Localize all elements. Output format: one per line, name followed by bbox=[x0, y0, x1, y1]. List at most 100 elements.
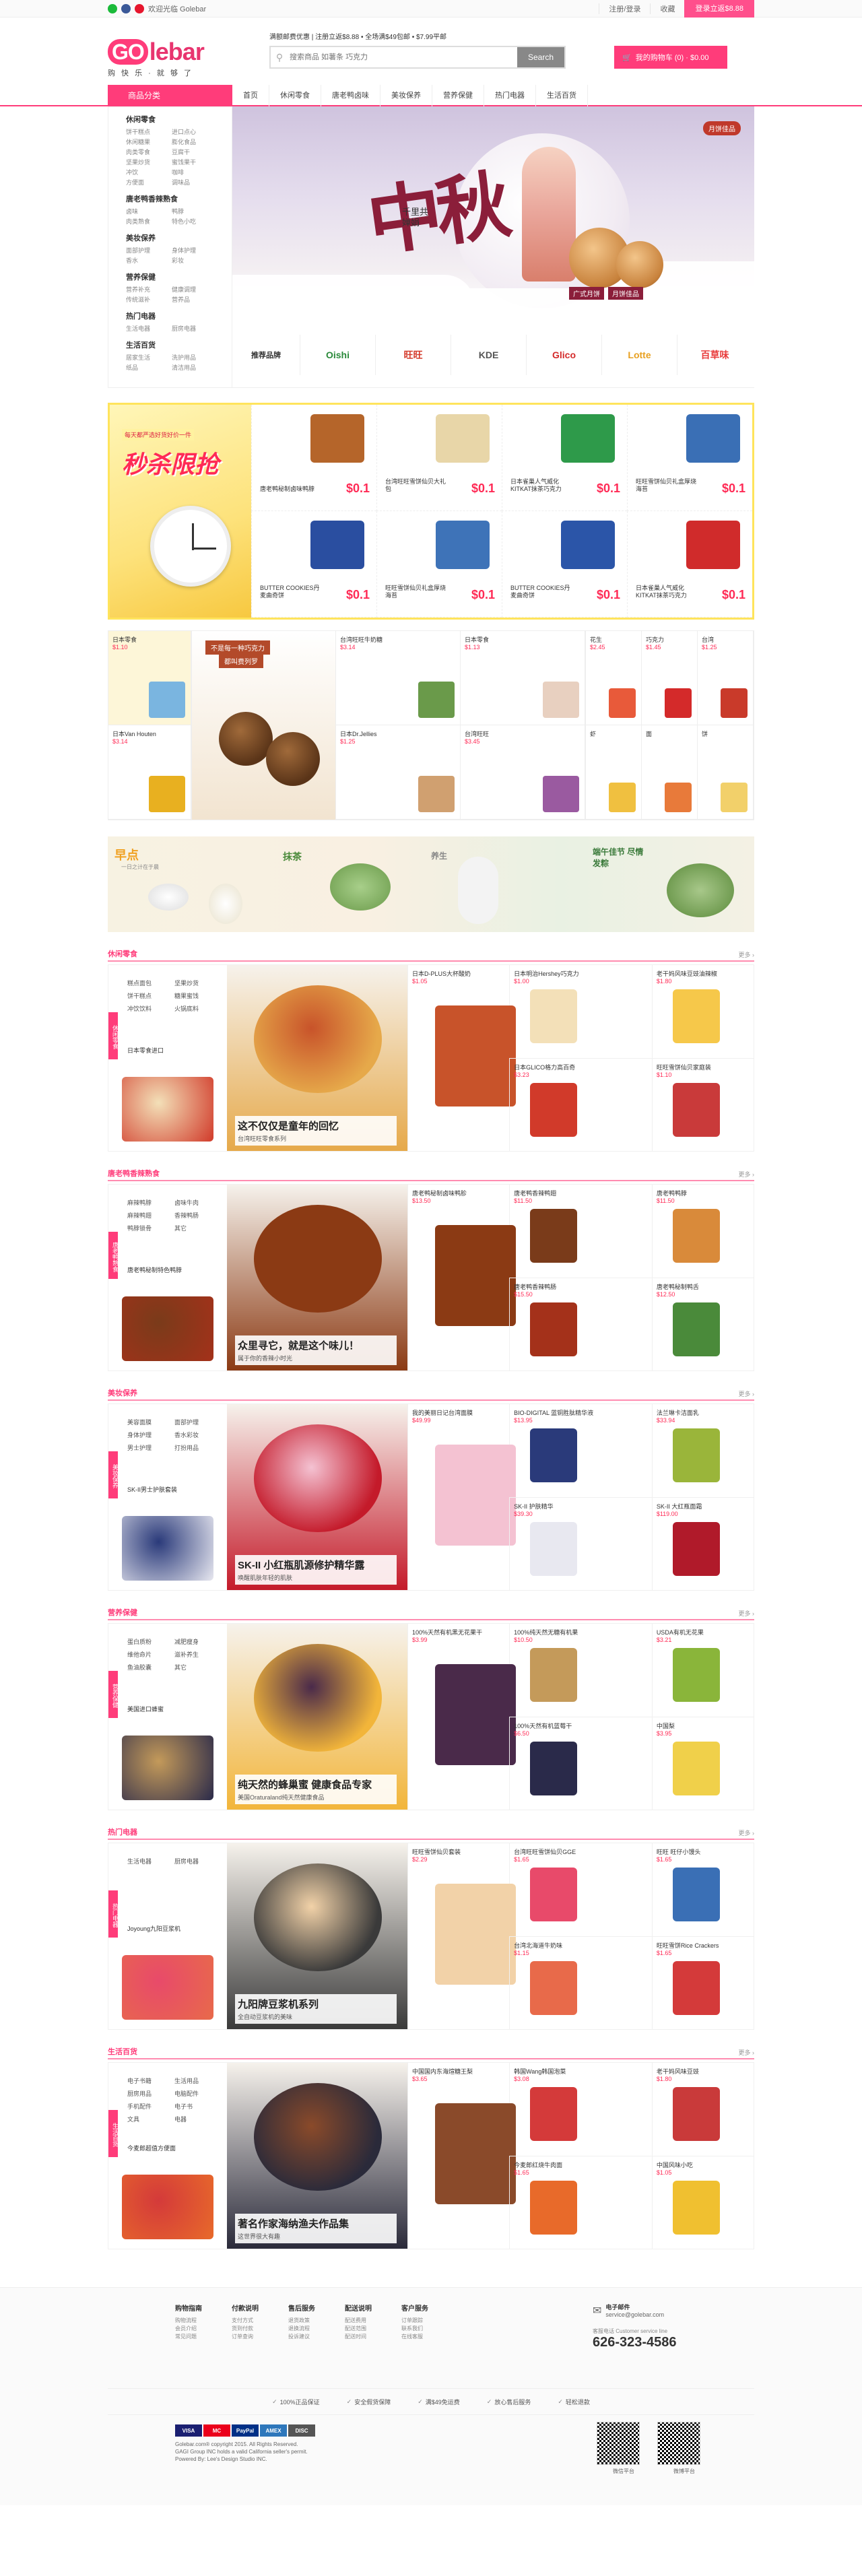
search-input[interactable] bbox=[288, 47, 517, 67]
section-title[interactable]: 生活百货 bbox=[108, 2046, 137, 2057]
footer-link[interactable]: 支付方式 bbox=[232, 2317, 288, 2325]
section-link[interactable]: 生活用品 bbox=[174, 2076, 213, 2085]
section-hero[interactable]: 这不仅仅是童年的回忆 台湾旺旺零食系列 bbox=[227, 965, 407, 1151]
wechat-icon[interactable] bbox=[108, 4, 117, 13]
footer-link[interactable]: 退换流程 bbox=[288, 2325, 345, 2333]
footer-link[interactable]: 订单跟踪 bbox=[401, 2317, 458, 2325]
sidebar-subcategory-link[interactable]: 营养补充 bbox=[126, 285, 165, 294]
footer-link[interactable]: 投诉建议 bbox=[288, 2333, 345, 2341]
footer-link[interactable]: 配送费用 bbox=[345, 2317, 401, 2325]
featured-image[interactable] bbox=[122, 2175, 213, 2239]
section-link[interactable]: 鸭脖锁骨 bbox=[127, 1224, 166, 1232]
sidebar-subcategory-link[interactable]: 肉类熟食 bbox=[126, 217, 165, 226]
section-hero[interactable]: 纯天然的蜂巢蜜 健康食品专家 美国Oraturaland纯天然健康食品 bbox=[227, 1624, 407, 1810]
brand-logo[interactable]: Oishi bbox=[300, 334, 375, 375]
sidebar-category-title[interactable]: 美妆保养 bbox=[126, 232, 232, 243]
product-card[interactable]: SK-II 大红瓶面霜 $119.00 bbox=[651, 1497, 754, 1590]
featured-label[interactable]: 今麦郎超值方便面 bbox=[127, 2144, 176, 2152]
sidebar-subcategory-link[interactable]: 休闲糖果 bbox=[126, 137, 165, 146]
nav-item[interactable]: 首页 bbox=[232, 85, 269, 106]
product-card[interactable]: 旺旺雪饼Rice Crackers $1.65 bbox=[651, 1936, 754, 2029]
more-link[interactable]: 更多 › bbox=[739, 1389, 755, 1398]
more-link[interactable]: 更多 › bbox=[739, 1170, 755, 1179]
section-title[interactable]: 营养保健 bbox=[108, 1607, 137, 1618]
product-card[interactable]: 100%天然有机蓝莓干 $6.50 bbox=[509, 1717, 652, 1810]
section-link[interactable]: 面部护理 bbox=[174, 1418, 213, 1426]
product-card[interactable]: 中国国内东海煊糖王梨 $3.65 bbox=[407, 2063, 516, 2249]
section-title[interactable]: 唐老鸭香辣熟食 bbox=[108, 1168, 160, 1179]
product-card[interactable]: 日本D-PLUS大杯酸奶 $1.05 bbox=[407, 965, 516, 1151]
phone-number[interactable]: 626-323-4586 bbox=[593, 2335, 714, 2350]
section-link[interactable]: 麻辣鸭翅 bbox=[127, 1211, 166, 1220]
product-card[interactable]: 日本明治Hershey巧克力 $1.00 bbox=[509, 965, 652, 1058]
product-card[interactable]: 今麦郎红烧牛肉面 $1.65 bbox=[509, 2156, 652, 2249]
product-card[interactable]: 中国风味小吃 $1.05 bbox=[651, 2156, 754, 2249]
brand-logo[interactable]: Lotte bbox=[601, 334, 677, 375]
footer-link[interactable]: 联系我们 bbox=[401, 2325, 458, 2333]
promo-tile[interactable]: 虾 bbox=[586, 725, 642, 820]
section-hero[interactable]: 九阳牌豆浆机系列 全自动豆浆机的美味 bbox=[227, 1843, 407, 2029]
featured-image[interactable] bbox=[122, 1077, 213, 1142]
brand-logo[interactable]: KDE bbox=[451, 334, 526, 375]
login-register-link[interactable]: 注册/登录 bbox=[599, 3, 650, 14]
product-card[interactable]: USDA有机无花果 $3.21 bbox=[651, 1624, 754, 1717]
product-card[interactable]: BIO-DIGITAL 蓝铜胜肽精华液 $13.95 bbox=[509, 1404, 652, 1497]
sidebar-subcategory-link[interactable]: 身体护理 bbox=[172, 246, 211, 255]
product-card[interactable]: 中国梨 $3.95 bbox=[651, 1717, 754, 1810]
featured-label[interactable]: SK-II男士护肤套装 bbox=[127, 1485, 177, 1494]
promo-tile[interactable]: 巧克力 $1.45 bbox=[642, 631, 698, 725]
section-link[interactable]: 文具 bbox=[127, 2115, 166, 2123]
sidebar-subcategory-link[interactable]: 蜜饯果干 bbox=[172, 158, 211, 166]
section-link[interactable]: 其它 bbox=[174, 1663, 213, 1672]
ferrero-promo[interactable]: 不是每一种巧克力 都叫费列罗 bbox=[192, 631, 336, 820]
flash-sale-item[interactable]: BUTTER COOKIES丹麦曲奇饼 $0.1 bbox=[502, 511, 627, 618]
sidebar-subcategory-link[interactable]: 调味品 bbox=[172, 178, 211, 187]
product-card[interactable]: 法兰琳卡洁面乳 $33.94 bbox=[651, 1404, 754, 1497]
section-link[interactable]: 电子书 bbox=[174, 2102, 213, 2111]
section-link[interactable]: 身体护理 bbox=[127, 1430, 166, 1439]
product-card[interactable]: 唐老鸭香辣鸭肠 $15.50 bbox=[509, 1278, 652, 1370]
promo-tile[interactable]: 花生 $2.45 bbox=[586, 631, 642, 725]
section-link[interactable]: 厨房用品 bbox=[127, 2089, 166, 2098]
product-card[interactable]: 老干妈风味豆豉油辣椒 $1.80 bbox=[651, 965, 754, 1058]
sidebar-subcategory-link[interactable]: 坚果炒货 bbox=[126, 158, 165, 166]
product-card[interactable]: 唐老鸭秘制鸭舌 $12.50 bbox=[651, 1278, 754, 1370]
promo-tile[interactable]: 日本Dr.Jellies $1.25 bbox=[336, 725, 461, 820]
sidebar-subcategory-link[interactable]: 饼干糕点 bbox=[126, 127, 165, 136]
category-menu-button[interactable]: 商品分类 bbox=[108, 85, 232, 106]
sidebar-subcategory-link[interactable]: 洗护用品 bbox=[172, 353, 211, 362]
nav-item[interactable]: 唐老鸭卤味 bbox=[321, 85, 380, 106]
more-link[interactable]: 更多 › bbox=[739, 1609, 755, 1618]
section-link[interactable]: 麻辣鸭脖 bbox=[127, 1198, 166, 1207]
section-link[interactable]: 减肥瘦身 bbox=[174, 1637, 213, 1646]
section-link[interactable]: 男士护理 bbox=[127, 1443, 166, 1452]
footer-link[interactable]: 退货政策 bbox=[288, 2317, 345, 2325]
sidebar-subcategory-link[interactable]: 进口点心 bbox=[172, 127, 211, 136]
flash-sale-item[interactable]: 旺旺雪饼仙贝礼盒厚烧海苔 $0.1 bbox=[376, 511, 502, 618]
nav-item[interactable]: 美妆保养 bbox=[380, 85, 432, 106]
sidebar-subcategory-link[interactable]: 传统滋补 bbox=[126, 295, 165, 304]
product-card[interactable]: 唐老鸭鸭脖 $11.50 bbox=[651, 1185, 754, 1278]
sidebar-subcategory-link[interactable]: 生活电器 bbox=[126, 324, 165, 333]
breakfast-banner[interactable]: 早点 一日之计在于晨 抹茶 养生 端午佳节 尽情发粽 bbox=[108, 836, 754, 932]
section-title[interactable]: 美妆保养 bbox=[108, 1387, 137, 1398]
email-address[interactable]: service@golebar.com bbox=[605, 2311, 664, 2318]
logo[interactable]: GO lebar 购 快 乐 · 就 够 了 bbox=[108, 38, 205, 78]
cart-button[interactable]: 🛒 我的购物车 (0) · $0.00 bbox=[614, 46, 727, 69]
more-link[interactable]: 更多 › bbox=[739, 2048, 755, 2057]
sidebar-category-title[interactable]: 休闲零食 bbox=[126, 114, 232, 125]
section-link[interactable]: 鱼油胶囊 bbox=[127, 1663, 166, 1672]
product-card[interactable]: 100%纯天然无糖有机果 $10.50 bbox=[509, 1624, 652, 1717]
featured-label[interactable]: Joyoung九阳豆浆机 bbox=[127, 1924, 180, 1933]
sidebar-subcategory-link[interactable]: 厨房电器 bbox=[172, 324, 211, 333]
promo-tile[interactable]: 饼 bbox=[698, 725, 754, 820]
section-link[interactable]: 电脑配件 bbox=[174, 2089, 213, 2098]
brand-logo[interactable]: 旺旺 bbox=[375, 334, 451, 375]
facebook-icon[interactable] bbox=[121, 4, 131, 13]
footer-link[interactable]: 配送范围 bbox=[345, 2325, 401, 2333]
section-link[interactable]: 其它 bbox=[174, 1224, 213, 1232]
product-card[interactable]: 台湾旺旺雪饼仙贝GGE $1.65 bbox=[509, 1843, 652, 1936]
product-card[interactable]: 唐老鸭香辣鸭翅 $11.50 bbox=[509, 1185, 652, 1278]
product-card[interactable]: 我的美丽日记台湾面膜 $49.99 bbox=[407, 1404, 516, 1590]
favorites-link[interactable]: 收藏 bbox=[650, 3, 684, 14]
